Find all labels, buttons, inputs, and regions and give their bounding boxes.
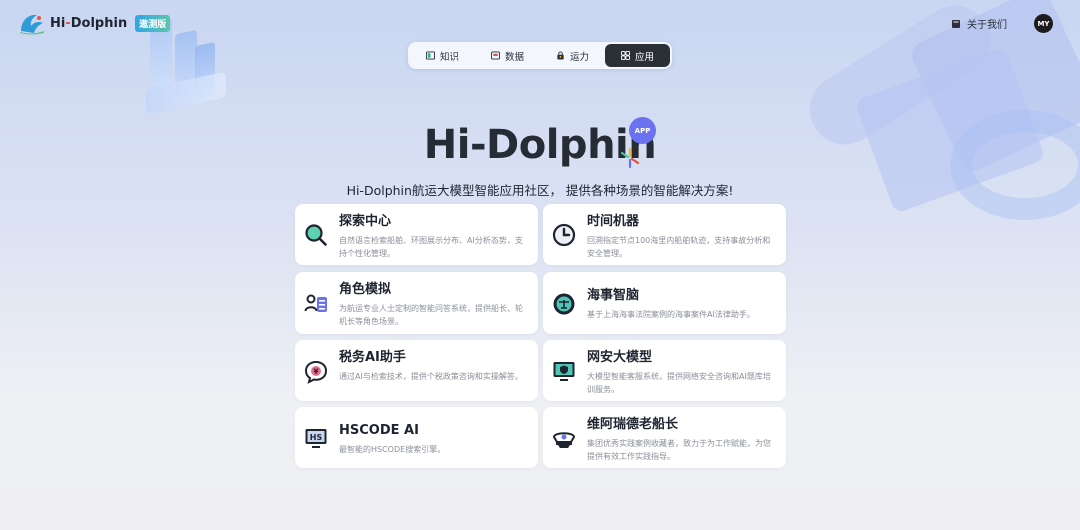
card-description: 集团优秀实践案例收藏者，致力于为工作赋能，为您提供有效工作实践指导。 [587,439,771,461]
book-icon [425,51,435,60]
tab-knowledge[interactable]: 知识 [410,44,475,67]
hero-subtitle: Hi-Dolphin航运大模型智能应用社区， 提供各种场景的智能解决方案! [346,183,734,198]
app-card-explore-center[interactable]: 探索中心 自然语言检索船舶、环图展示分布、AI分析态势，支持个性化管理。 [295,204,538,265]
book-icon [952,19,960,28]
dolphin-logo-icon [20,14,44,35]
tab-label: 数据 [504,51,524,63]
app-badge: APP [629,117,656,144]
hero-title: Hi-Dolphin [423,122,657,168]
svg-text:HS: HS [310,433,323,442]
card-title: 税务AI助手 [339,350,406,365]
captain-hat-icon [552,432,576,448]
tab-label: 知识 [439,51,459,63]
tab-apps[interactable]: 应用 [605,44,670,67]
app-card-maritime-brain[interactable]: 海事智脑 基于上海海事法院案例的海事案件AI法律助手。 [543,272,786,334]
card-description: 为航运专业人士定制的智能问答系统，提供船长、轮机长等角色场景。 [339,304,523,326]
beta-badge: 遨测版 [135,14,171,32]
logo-text: Hi-Dolphin [50,15,128,31]
about-link[interactable]: 关于我们 [951,16,1007,31]
card-title: HSCODE AI [339,423,419,438]
app-card-time-machine[interactable]: 时间机器 回溯指定节点100海里内船舶轨迹，支持事故分析和安全管理。 [543,204,786,265]
card-title: 角色模拟 [339,282,392,297]
main-tabs: 知识 数据 运力 应用 [408,42,672,69]
scales-icon [553,293,575,315]
about-label: 关于我们 [967,20,1007,31]
app-card-hscode-ai[interactable]: HS HSCODE AI 最智能的HSCODE搜索引擎。 [295,407,538,468]
card-description: 基于上海海事法院案例的海事案件AI法律助手。 [587,310,755,319]
tax-chat-icon [304,360,328,384]
card-title: 维阿瑞德老船长 [587,417,679,432]
app-card-role-simulation[interactable]: 角色模拟 为航运专业人士定制的智能问答系统，提供船长、轮机长等角色场景。 [295,272,538,334]
app-card-cybersecurity-model[interactable]: 网安大模型 大模型智能客服系统，提供网络安全咨询和AI题库培训服务。 [543,340,786,401]
sparkle-icon [620,147,640,169]
shield-monitor-icon [553,362,575,381]
database-icon [490,51,500,60]
card-title: 时间机器 [587,214,640,229]
decorative-base [146,71,226,115]
clock-icon [552,223,576,247]
card-description: 自然语言检索船舶、环图展示分布、AI分析态势，支持个性化管理。 [339,236,523,258]
card-title: 探索中心 [339,214,392,229]
card-description: 回溯指定节点100海里内船舶轨迹，支持事故分析和安全管理。 [587,236,771,258]
card-title: 网安大模型 [587,350,653,365]
lock-icon [557,51,564,60]
app-card-old-captain[interactable]: 维阿瑞德老船长 集团优秀实践案例收藏者，致力于为工作赋能，为您提供有效工作实践指… [543,407,786,468]
card-title: 海事智脑 [587,288,640,303]
logo[interactable]: Hi-Dolphin 遨测版 [18,11,171,35]
search-icon [305,224,327,246]
card-description: 最智能的HSCODE搜索引擎。 [339,445,446,454]
tab-label: 运力 [569,51,589,63]
tab-data[interactable]: 数据 [475,44,540,67]
tab-capacity[interactable]: 运力 [540,44,605,67]
card-description: 通过AI与检索技术，提供个税政策咨询和实操解答。 [339,372,523,381]
user-list-icon [304,294,327,312]
app-card-tax-assistant[interactable]: 税务AI助手 通过AI与检索技术，提供个税政策咨询和实操解答。 [295,340,538,401]
card-description: 大模型智能客服系统，提供网络安全咨询和AI题库培训服务。 [587,372,771,394]
hs-monitor-icon: HS [305,429,327,448]
decorative-bar [195,41,215,99]
avatar[interactable]: MY [1034,14,1053,33]
tab-label: 应用 [634,51,654,63]
grid-icon [620,51,630,60]
